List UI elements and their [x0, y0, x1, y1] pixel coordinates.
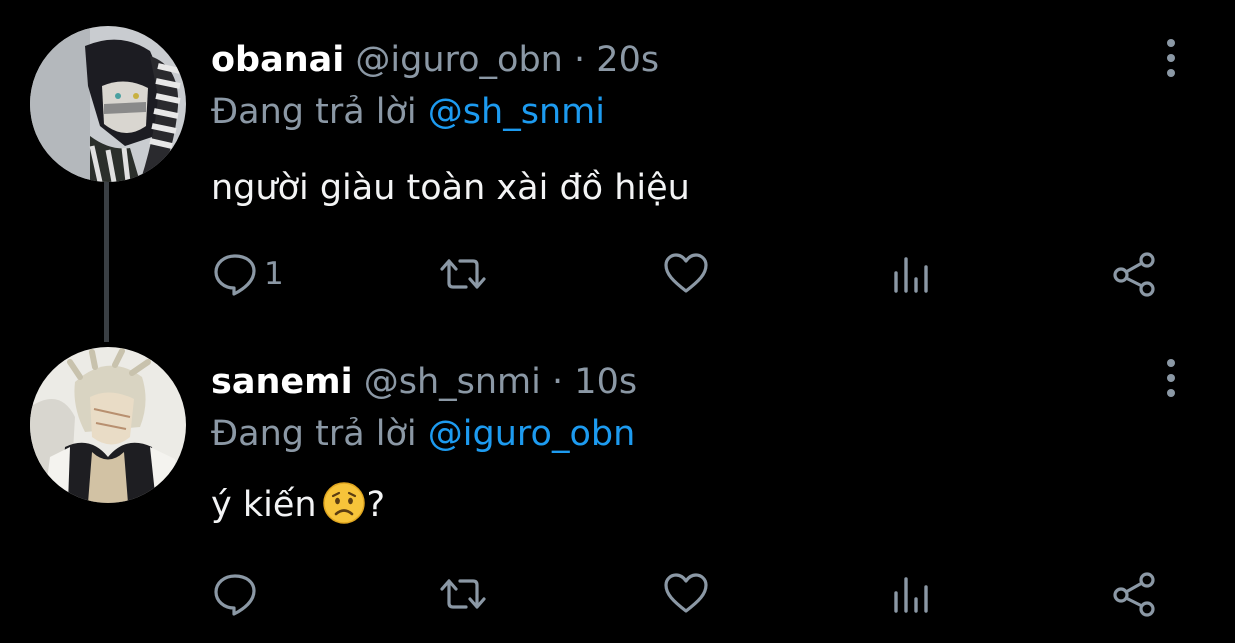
reply-prefix: Đang trả lời: [211, 92, 417, 132]
avatar[interactable]: [30, 347, 186, 503]
reply-context: Đang trả lời @sh_snmi: [211, 90, 605, 134]
share-icon: [1113, 252, 1155, 297]
worried-face-emoji-icon: [322, 482, 365, 524]
share-icon: [1113, 572, 1155, 617]
tweet-text-suffix: ?: [366, 485, 386, 525]
tweet-sanemi[interactable]: sanemi @sh_snmi · 10s Đang trả lời @igur…: [0, 325, 1235, 643]
separator-dot: ·: [552, 362, 564, 402]
reply-icon: [214, 574, 256, 616]
reply-count: 1: [264, 256, 284, 292]
like-icon: [664, 253, 708, 293]
reply-prefix: Đang trả lời: [211, 414, 417, 454]
user-handle[interactable]: @sh_snmi: [364, 362, 541, 402]
reply-mention-link[interactable]: @iguro_obn: [428, 414, 635, 454]
tweet-obanai[interactable]: obanai @iguro_obn · 20s Đang trả lời @sh…: [0, 0, 1235, 320]
reply-context: Đang trả lời @iguro_obn: [211, 412, 635, 456]
reply-button[interactable]: [212, 568, 264, 620]
avatar-image-sanemi: [30, 347, 186, 503]
stats-icon: [894, 257, 928, 293]
tweet-text: người giàu toàn xài đồ hiệu: [211, 165, 690, 211]
stats-icon: [894, 577, 928, 613]
like-button[interactable]: [663, 248, 709, 300]
tweet-header: sanemi @sh_snmi · 10s: [211, 360, 637, 404]
avatar-image-obanai: [30, 26, 186, 182]
retweet-icon: [440, 579, 486, 609]
analytics-button[interactable]: [888, 248, 934, 300]
timestamp[interactable]: 10s: [574, 362, 637, 402]
like-icon: [664, 573, 708, 613]
retweet-button[interactable]: [440, 248, 486, 300]
timestamp[interactable]: 20s: [596, 40, 659, 80]
display-name[interactable]: obanai: [211, 40, 344, 80]
action-bar: 1: [0, 248, 1235, 300]
reply-mention-link[interactable]: @sh_snmi: [428, 92, 605, 132]
tweet-text: ý kiến ?: [211, 482, 385, 528]
analytics-button[interactable]: [888, 568, 934, 620]
action-bar: [0, 568, 1235, 620]
tweet-header: obanai @iguro_obn · 20s: [211, 38, 659, 82]
reply-button[interactable]: 1: [212, 248, 284, 300]
reply-icon: [214, 254, 256, 296]
separator-dot: ·: [574, 40, 586, 80]
share-button[interactable]: [1112, 568, 1158, 620]
avatar[interactable]: [30, 26, 186, 182]
share-button[interactable]: [1112, 248, 1158, 300]
retweet-icon: [440, 259, 486, 289]
like-button[interactable]: [663, 568, 709, 620]
tweet-text-body: người giàu toàn xài đồ hiệu: [211, 168, 690, 208]
user-handle[interactable]: @iguro_obn: [355, 40, 562, 80]
more-vertical-icon[interactable]: [1160, 358, 1182, 398]
retweet-button[interactable]: [440, 568, 486, 620]
more-vertical-icon[interactable]: [1160, 38, 1182, 78]
tweet-text-body: ý kiến: [211, 485, 317, 525]
display-name[interactable]: sanemi: [211, 362, 353, 402]
